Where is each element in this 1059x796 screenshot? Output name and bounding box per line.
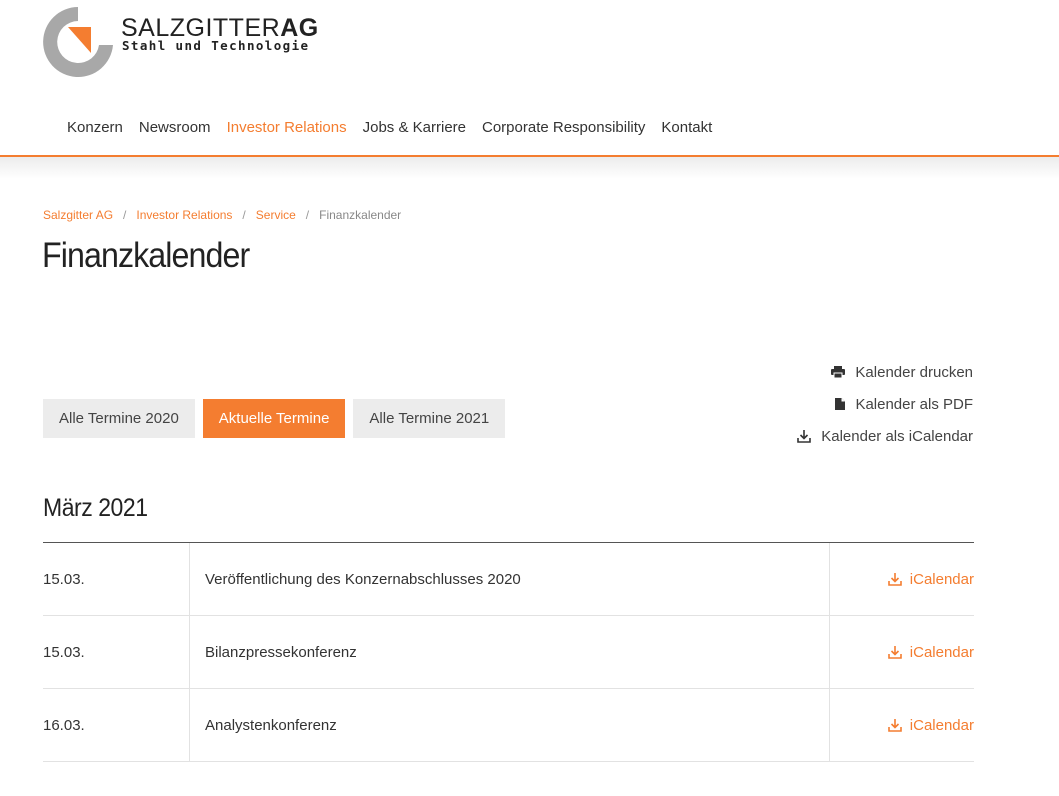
ical-calendar-label: Kalender als iCalendar <box>821 427 973 445</box>
event-ical-link[interactable]: iCalendar <box>887 570 974 588</box>
event-date: 15.03. <box>43 616 190 688</box>
filter-button-group: Alle Termine 2020 Aktuelle Termine Alle … <box>43 399 513 438</box>
event-title: Veröffentlichung des Konzernabschlusses … <box>190 543 830 615</box>
filter-button-alle-termine-2020[interactable]: Alle Termine 2020 <box>43 399 195 438</box>
download-icon <box>887 572 902 586</box>
event-ical-cell: iCalendar <box>830 689 974 761</box>
printer-icon <box>831 366 846 378</box>
download-icon <box>887 645 902 659</box>
event-ical-cell: iCalendar <box>830 543 974 615</box>
filter-button-aktuelle-termine[interactable]: Aktuelle Termine <box>202 399 346 438</box>
download-icon <box>887 718 902 732</box>
nav-item-investor-relations[interactable]: Investor Relations <box>219 118 355 138</box>
event-ical-label: iCalendar <box>909 716 974 734</box>
breadcrumb: Salzgitter AG / Investor Relations / Ser… <box>43 208 401 222</box>
print-calendar-label: Kalender drucken <box>855 363 973 381</box>
event-ical-label: iCalendar <box>909 570 974 588</box>
nav-item-newsroom[interactable]: Newsroom <box>131 118 219 138</box>
event-ical-link[interactable]: iCalendar <box>887 643 974 661</box>
breadcrumb-separator: / <box>305 208 310 222</box>
main-navigation: Konzern Newsroom Investor Relations Jobs… <box>59 118 720 138</box>
event-ical-label: iCalendar <box>909 643 974 661</box>
nav-item-kontakt[interactable]: Kontakt <box>653 118 720 138</box>
page-title: Finanzkalender <box>42 236 250 275</box>
event-title: Bilanzpressekonferenz <box>190 616 830 688</box>
pdf-calendar-label: Kalender als PDF <box>855 395 973 413</box>
table-row: 16.03. Analystenkonferenz iCalendar <box>43 689 974 762</box>
ical-calendar-link[interactable]: Kalender als iCalendar <box>797 420 973 452</box>
pdf-calendar-link[interactable]: Kalender als PDF <box>835 388 973 420</box>
event-ical-cell: iCalendar <box>830 616 974 688</box>
month-heading: März 2021 <box>43 494 148 522</box>
filter-button-alle-termine-2021[interactable]: Alle Termine 2021 <box>353 399 506 438</box>
event-ical-link[interactable]: iCalendar <box>887 716 974 734</box>
breadcrumb-current: Finanzkalender <box>319 208 402 222</box>
logo-mark-icon <box>43 7 113 77</box>
breadcrumb-item-investor-relations[interactable]: Investor Relations <box>136 208 232 222</box>
nav-item-jobs-karriere[interactable]: Jobs & Karriere <box>355 118 474 138</box>
breadcrumb-item-salzgitter-ag[interactable]: Salzgitter AG <box>43 208 113 222</box>
nav-item-konzern[interactable]: Konzern <box>59 118 131 138</box>
nav-item-corporate-responsibility[interactable]: Corporate Responsibility <box>474 118 653 138</box>
calendar-actions: Kalender drucken Kalender als PDF Kalend… <box>797 356 973 452</box>
breadcrumb-item-service[interactable]: Service <box>256 208 296 222</box>
event-date: 15.03. <box>43 543 190 615</box>
logo-tagline: Stahl und Technologie <box>122 38 310 53</box>
download-icon <box>797 429 812 443</box>
nav-shadow <box>0 157 1059 179</box>
print-calendar-link[interactable]: Kalender drucken <box>831 356 973 388</box>
company-logo[interactable]: SALZGITTERAG Stahl und Technologie <box>43 7 318 77</box>
event-title: Analystenkonferenz <box>190 689 830 761</box>
table-row: 15.03. Bilanzpressekonferenz iCalendar <box>43 616 974 689</box>
file-icon <box>835 398 846 410</box>
event-date: 16.03. <box>43 689 190 761</box>
breadcrumb-separator: / <box>242 208 246 222</box>
breadcrumb-separator: / <box>123 208 127 222</box>
table-row: 15.03. Veröffentlichung des Konzernabsch… <box>43 543 974 616</box>
events-table: 15.03. Veröffentlichung des Konzernabsch… <box>43 542 974 762</box>
